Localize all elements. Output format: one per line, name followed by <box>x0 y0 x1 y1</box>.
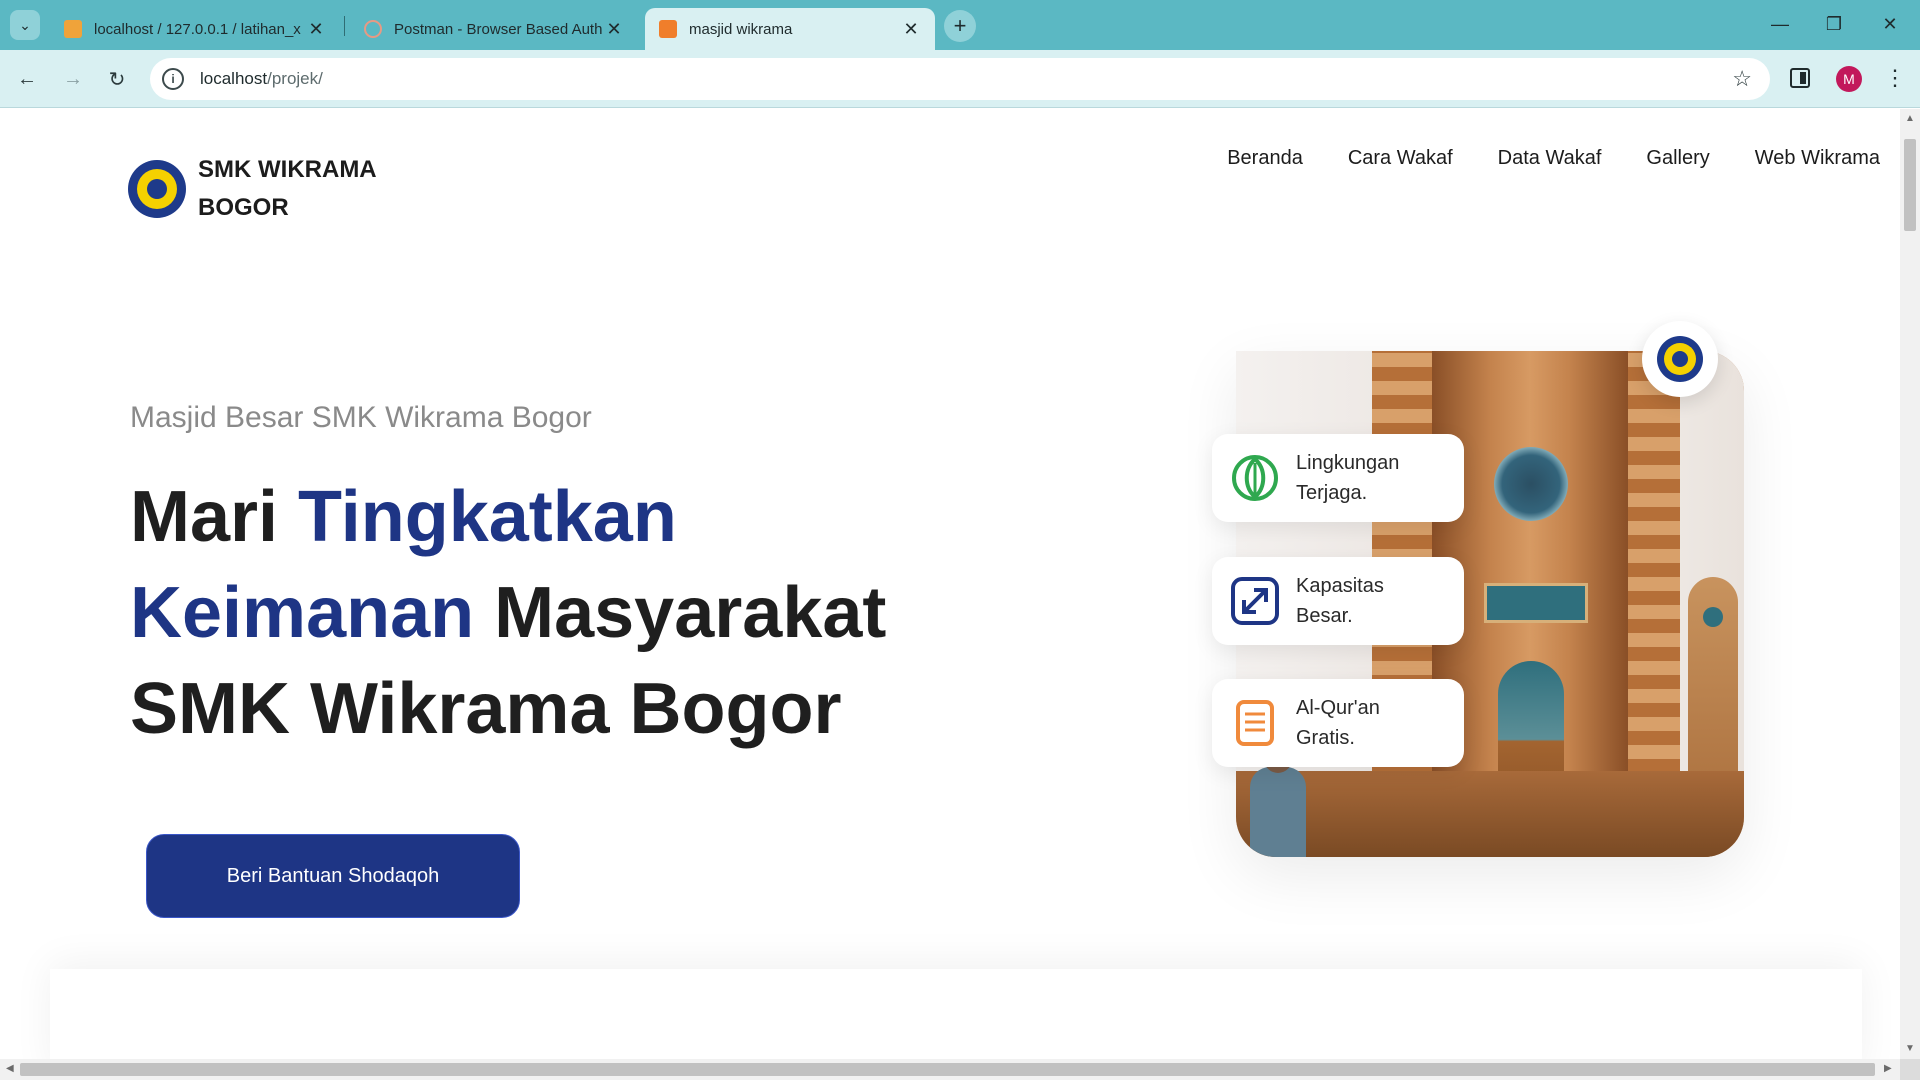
postman-favicon-icon <box>364 20 382 38</box>
feature-card-capacity: Kapasitas Besar. <box>1212 557 1464 645</box>
phpmyadmin-favicon-icon <box>64 20 82 38</box>
scroll-left-icon[interactable]: ◀ <box>6 1063 14 1074</box>
window-close-icon[interactable]: ✕ <box>1862 8 1918 40</box>
feature-label: Lingkungan Terjaga. <box>1296 452 1400 504</box>
vertical-scrollbar[interactable]: ▲ ▼ <box>1900 109 1920 1059</box>
forward-arrow-icon[interactable]: → <box>56 62 90 96</box>
nav-web-wikrama[interactable]: Web Wikrama <box>1755 147 1880 170</box>
close-icon[interactable]: ✕ <box>604 19 624 40</box>
feature-label: Al-Qur'an Gratis. <box>1296 697 1380 749</box>
url-path: /projek/ <box>267 69 323 88</box>
address-url: localhost/projek/ <box>200 69 323 89</box>
feature-card-quran: Al-Qur'an Gratis. <box>1212 679 1464 767</box>
horizontal-scrollbar[interactable]: ◀ ▶ <box>0 1059 1900 1080</box>
close-icon[interactable]: ✕ <box>306 19 326 40</box>
tab-phpmyadmin[interactable]: localhost / 127.0.0.1 / latihan_x ✕ <box>50 8 340 50</box>
vertical-scroll-thumb[interactable] <box>1904 139 1916 231</box>
url-host: localhost <box>200 69 268 88</box>
close-icon[interactable]: ✕ <box>901 19 921 40</box>
scroll-up-icon[interactable]: ▲ <box>1905 113 1915 124</box>
xampp-favicon-icon <box>659 20 677 38</box>
bookmark-star-icon[interactable]: ☆ <box>1732 66 1752 92</box>
donate-button[interactable]: Beri Bantuan Shodaqoh <box>146 834 520 918</box>
tab-title: Postman - Browser Based Auth <box>394 20 603 38</box>
book-icon <box>1228 696 1282 750</box>
minimize-icon[interactable]: — <box>1752 8 1808 40</box>
tab-search-button[interactable]: ⌄ <box>10 10 40 40</box>
reload-icon[interactable]: ↻ <box>100 62 134 96</box>
next-section-card <box>50 969 1862 1059</box>
feature-label: Kapasitas Besar. <box>1296 575 1384 627</box>
school-badge <box>1642 321 1718 397</box>
expand-icon <box>1228 574 1282 628</box>
browser-toolbar: ← → ↻ i localhost/projek/ ☆ <box>0 50 1920 108</box>
hero-title: Mari Tingkatkan Keimanan Masyarakat SMK … <box>130 469 950 757</box>
brand-name: SMK WIKRAMA BOGOR <box>198 156 376 221</box>
address-bar[interactable]: i localhost/projek/ ☆ <box>150 58 1770 100</box>
site-brand[interactable]: SMK WIKRAMA BOGOR <box>128 151 398 227</box>
feature-card-environment: Lingkungan Terjaga. <box>1212 434 1464 522</box>
scrollbar-corner <box>1900 1059 1920 1080</box>
tab-postman[interactable]: Postman - Browser Based Auth ✕ <box>350 8 638 50</box>
leaf-icon <box>1228 451 1282 505</box>
site-info-icon[interactable]: i <box>162 68 184 90</box>
site-nav: Beranda Cara Wakaf Data Wakaf Gallery We… <box>1227 147 1900 170</box>
tab-title: masjid wikrama <box>689 20 793 38</box>
tab-title: localhost / 127.0.0.1 / latihan_x <box>94 20 301 38</box>
nav-gallery[interactable]: Gallery <box>1646 147 1709 170</box>
new-tab-button[interactable]: + <box>944 10 976 42</box>
tab-separator <box>344 16 345 36</box>
side-panel-icon[interactable] <box>1790 68 1810 88</box>
hero-title-part: Mari <box>130 477 299 557</box>
nav-cara-wakaf[interactable]: Cara Wakaf <box>1348 147 1453 170</box>
nav-data-wakaf[interactable]: Data Wakaf <box>1498 147 1602 170</box>
browser-tab-bar: ⌄ localhost / 127.0.0.1 / latihan_x ✕ Po… <box>0 0 1920 50</box>
hero-subtitle: Masjid Besar SMK Wikrama Bogor <box>130 401 592 434</box>
scroll-right-icon[interactable]: ▶ <box>1884 1063 1892 1074</box>
school-logo-icon <box>1657 336 1703 382</box>
nav-beranda[interactable]: Beranda <box>1227 147 1303 170</box>
browser-menu-icon[interactable]: ⋮ <box>1884 64 1906 94</box>
horizontal-scroll-thumb[interactable] <box>20 1063 1875 1076</box>
scroll-down-icon[interactable]: ▼ <box>1905 1043 1915 1054</box>
tab-masjid-wikrama[interactable]: masjid wikrama ✕ <box>645 8 935 50</box>
school-logo-icon <box>128 160 186 218</box>
page-viewport: SMK WIKRAMA BOGOR Beranda Cara Wakaf Dat… <box>0 109 1900 1059</box>
back-arrow-icon[interactable]: ← <box>10 62 44 96</box>
restore-icon[interactable]: ❐ <box>1806 8 1862 40</box>
profile-avatar[interactable]: M <box>1836 66 1862 92</box>
